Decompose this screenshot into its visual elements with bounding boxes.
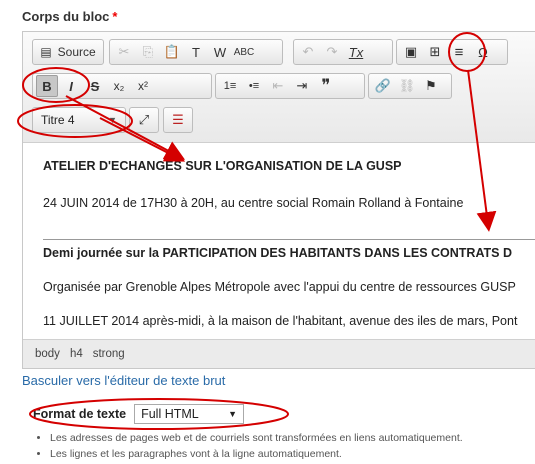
content-horizontal-rule [43,239,535,240]
links-group: 🔗 ⛓ ⚑ [368,73,452,99]
text-format-select[interactable]: Full HTML ▼ [134,404,245,424]
anchor-icon[interactable]: ⚑ [420,75,442,97]
image-icon[interactable]: ▣ [400,41,422,63]
italic-icon[interactable]: I [60,75,82,97]
redo-icon[interactable]: ↷ [321,41,343,63]
path-item[interactable]: body [35,348,60,360]
bold-icon[interactable]: B [36,75,58,97]
indent-icon[interactable]: ⇥ [291,75,313,97]
path-item[interactable]: h4 [70,348,83,360]
rich-text-editor: ▤ Source ✂ ⎘ 📋 T W ABC ↶ ↷ Tx ▣ ⊞ ≡ Ω B I… [22,31,535,369]
insert-group: ▣ ⊞ ≡ Ω [396,39,508,65]
table-icon[interactable]: ⊞ [424,41,446,63]
format-tip: Les lignes et les paragraphes vont à la … [50,448,463,460]
blockquote-icon[interactable]: ❞ [315,75,337,97]
clipboard-group: ✂ ⎘ 📋 T W ABC [109,39,283,65]
numbered-list-icon[interactable]: 1≡ [219,75,241,97]
remove-format-icon[interactable]: Tx [345,41,367,63]
paragraph-group: 1≡ •≡ ⇤ ⇥ ❞ [215,73,365,99]
text-format-label: Format de texte [33,407,127,421]
source-icon: ▤ [40,45,52,59]
text-format-row: Format de texte Full HTML ▼ [33,404,245,424]
special-char-icon[interactable]: Ω [472,41,494,63]
field-label: Corps du bloc * [22,9,117,24]
toggle-plain-editor-link[interactable]: Basculer vers l'éditeur de texte brut [22,373,225,388]
content-heading-1: ATELIER D'ECHANGES SUR L'ORGANISATION DE… [43,159,402,173]
format-tip: Les adresses de pages web et de courriel… [50,432,463,444]
format-tips: Les adresses de pages web et de courriel… [36,432,463,464]
superscript-icon[interactable]: x² [132,75,154,97]
basic-styles-group: B I S x₂ x² [32,73,212,99]
paste-icon[interactable]: 📋 [161,41,183,63]
chevron-down-icon: ▼ [108,115,117,125]
link-icon[interactable]: 🔗 [372,75,394,97]
horizontal-rule-icon[interactable]: ≡ [448,41,470,63]
undo-icon[interactable]: ↶ [297,41,319,63]
bulleted-list-icon[interactable]: •≡ [243,75,265,97]
showblocks-group: ☰ [163,107,193,133]
chevron-down-icon: ▼ [228,409,238,419]
subscript-icon[interactable]: x₂ [108,75,130,97]
source-button[interactable]: ▤ Source [36,41,100,63]
maximize-group: ⤢ [129,107,159,133]
unlink-icon[interactable]: ⛓ [396,75,418,97]
content-paragraph-1: 24 JUIN 2014 de 17H30 à 20H, au centre s… [43,196,464,210]
editor-content[interactable]: ATELIER D'ECHANGES SUR L'ORGANISATION DE… [23,143,535,339]
required-marker: * [112,9,118,24]
element-path-bar: body h4 strong [23,339,535,368]
cut-icon[interactable]: ✂ [113,41,135,63]
content-paragraph-2: Organisée par Grenoble Alpes Métropole a… [43,280,516,294]
source-group: ▤ Source [32,39,104,65]
maximize-icon[interactable]: ⤢ [133,109,155,131]
copy-icon[interactable]: ⎘ [137,41,159,63]
content-paragraph-3: 11 JUILLET 2014 après-midi, à la maison … [43,314,518,328]
outdent-icon[interactable]: ⇤ [267,75,289,97]
heading-format-value: Titre 4 [41,113,75,127]
path-item[interactable]: strong [93,348,125,360]
paste-word-icon[interactable]: W [209,41,231,63]
spellcheck-icon[interactable]: ABC [233,41,255,63]
field-label-text: Corps du bloc [22,9,110,24]
history-group: ↶ ↷ Tx [293,39,393,65]
text-format-value: Full HTML [141,407,199,421]
strike-icon[interactable]: S [84,75,106,97]
content-heading-2: Demi journée sur la PARTICIPATION DES HA… [43,246,513,260]
heading-format-select[interactable]: Titre 4 ▼ [32,107,126,133]
paste-text-icon[interactable]: T [185,41,207,63]
show-blocks-icon[interactable]: ☰ [167,109,189,131]
editor-toolbar: ▤ Source ✂ ⎘ 📋 T W ABC ↶ ↷ Tx ▣ ⊞ ≡ Ω B I… [23,32,535,143]
